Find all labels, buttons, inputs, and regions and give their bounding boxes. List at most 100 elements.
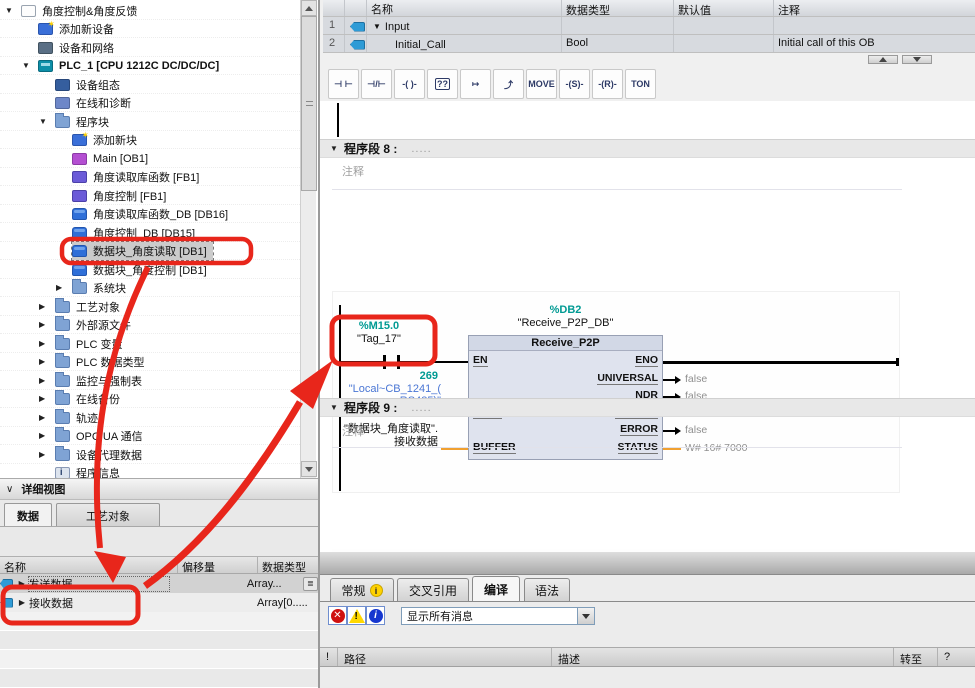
network-9-title-bar[interactable]: 程序段 9 : ..... [320,398,975,417]
expand-arrow-icon[interactable] [39,431,55,440]
tree-item-fb-control[interactable]: 角度控制 [FB1] [0,187,300,205]
expand-arrow-icon[interactable] [39,450,55,459]
tree-item-opc-ua[interactable]: OPC UA 通信 [0,427,300,445]
tree-item-program-info[interactable]: 程序信息 [0,464,300,478]
collapse-chevron-icon[interactable]: ∨ [6,484,13,495]
tree-item-plc1[interactable]: PLC_1 [CPU 1212C DC/DC/DC] [0,57,300,75]
insert-ton-timer-button[interactable]: TON [625,69,656,99]
folder-icon [55,338,70,350]
tab-technology-objects[interactable]: 工艺对象 [56,503,160,527]
tree-item-add-new-block[interactable]: 添加新块 [0,131,300,149]
network-9-comment[interactable]: 注释 [342,423,364,439]
insert-nc-contact-button[interactable]: ⊣/⊢ [361,69,392,99]
pin-eno: ENO [635,354,658,367]
tree-item-add-new-device[interactable]: 添加新设备 [0,20,300,38]
tree-item-plc-data-types[interactable]: PLC 数据类型 [0,353,300,371]
empty-rows [0,612,318,688]
insert-move-button[interactable]: MOVE [526,69,557,99]
insert-set-coil-button[interactable]: -(S)- [559,69,590,99]
close-branch-button[interactable]: ⤴ [493,69,524,99]
expand-arrow-icon[interactable] [39,376,55,385]
detail-table-header: 名称 偏移量 数据类型 [0,556,318,574]
tree-item-technology-objects[interactable]: 工艺对象 [0,298,300,316]
tree-item-traces[interactable]: 轨迹 [0,409,300,427]
contact-address[interactable]: %M15.0 [339,320,419,332]
collapse-arrow-icon[interactable] [5,6,21,15]
scrollbar-thumb[interactable] [301,16,317,191]
tree-item-db15[interactable]: 角度控制_DB [DB15] [0,224,300,242]
expand-arrow-icon[interactable] [39,302,55,311]
expand-arrow-icon[interactable] [15,598,29,607]
port-operand-line1[interactable]: "Local~CB_1241_( [333,383,441,395]
down-arrow-icon [305,467,313,472]
expand-arrow-icon[interactable] [56,283,72,292]
tree-item-db1-control[interactable]: 数据块_角度控制 [DB1] [0,261,300,279]
tree-item-main-ob1[interactable]: Main [OB1] [0,150,300,168]
detail-view-header[interactable]: ∨ 详细视图 [0,478,318,500]
insert-no-contact-button[interactable]: ⊣ ⊢ [328,69,359,99]
expand-arrow-icon[interactable] [15,579,28,588]
interface-row-input[interactable]: 1 Input [323,17,975,35]
show-errors-toggle[interactable]: ✕ [328,606,347,625]
expand-arrow-icon[interactable] [39,413,55,422]
tab-data[interactable]: 数据 [4,503,52,527]
tree-item-device-proxy[interactable]: 设备代理数据 [0,446,300,464]
insert-empty-box-button[interactable]: ?? [427,69,458,99]
tab-cross-references[interactable]: 交叉引用 [397,578,469,601]
show-warnings-toggle[interactable] [347,606,366,625]
wire [663,379,675,381]
insert-reset-coil-button[interactable]: -(R)- [592,69,623,99]
tree-item-program-blocks[interactable]: 程序块 [0,113,300,131]
favorites-toolbar: ⊣ ⊢ ⊣/⊢ -( )- ?? ↦ ⤴ MOVE -(S)- -(R)- TO… [328,69,656,99]
expand-arrow-icon[interactable] [39,339,55,348]
collapse-arrow-icon[interactable] [373,22,381,31]
tab-compile[interactable]: 编译 [472,576,520,601]
expand-arrow-icon[interactable] [39,320,55,329]
tree-item-online-diagnostics[interactable]: 在线和诊断 [0,94,300,112]
splitter-up-button[interactable] [868,55,898,64]
dropdown-button[interactable] [577,608,594,624]
network-8-title-bar[interactable]: 程序段 8 : ..... [320,139,975,158]
tree-item-system-blocks[interactable]: 系统块 [0,279,300,297]
tree-item-fb-read[interactable]: 角度读取库函数 [FB1] [0,168,300,186]
tree-item-online-backups[interactable]: 在线备份 [0,390,300,408]
tree-item-db16[interactable]: 角度读取库函数_DB [DB16] [0,205,300,223]
tree-item-external-sources[interactable]: 外部源文件 [0,316,300,334]
contact-tag[interactable]: "Tag_17" [339,333,419,345]
tree-item-plc-tags[interactable]: PLC 变量 [0,335,300,353]
scroll-up-button[interactable] [301,0,317,16]
tree-item-watch-tables[interactable]: 监控与强制表 [0,372,300,390]
tree-item-project-root[interactable]: 角度控制&角度反馈 [0,2,300,20]
open-branch-button[interactable]: ↦ [460,69,491,99]
message-filter-dropdown[interactable]: 显示所有消息 [401,607,595,625]
tree-item-db1-read[interactable]: 数据块_角度读取 [DB1] [0,242,300,260]
array-detail-button[interactable]: ≣ [303,577,318,591]
panel-splitter[interactable] [320,552,975,575]
network-8-comment[interactable]: 注释 [342,163,364,179]
detail-row-receive-data[interactable]: 接收数据 Array[0..... [0,593,318,612]
down-arrow-icon [913,57,921,62]
expand-arrow-icon[interactable] [39,357,55,366]
splitter-down-button[interactable] [902,55,932,64]
show-info-toggle[interactable]: i [366,606,385,625]
db-address[interactable]: %DB2 [468,304,663,316]
interface-row-initial-call[interactable]: 2 Initial_Call Bool Initial call of this… [323,35,975,53]
tab-general[interactable]: 常规 i [330,578,394,601]
detail-row-send-data[interactable]: 发送数据 Array... ≣ [0,574,318,593]
collapse-arrow-icon[interactable] [39,117,55,126]
insert-coil-button[interactable]: -( )- [394,69,425,99]
tree-scrollbar[interactable] [300,0,316,478]
tab-syntax[interactable]: 语法 [524,578,570,601]
folder-icon [55,116,70,128]
collapse-arrow-icon[interactable] [22,61,38,70]
collapse-arrow-icon[interactable] [330,403,344,412]
expand-arrow-icon[interactable] [39,394,55,403]
tree-item-devices-networks[interactable]: 设备和网络 [0,39,300,57]
contact-symbol[interactable] [383,355,386,369]
db-name[interactable]: "Receive_P2P_DB" [468,317,663,329]
collapse-arrow-icon[interactable] [330,144,344,153]
scroll-down-button[interactable] [301,461,317,477]
port-hw-id[interactable]: 269 [333,370,438,382]
tree-item-device-config[interactable]: 设备组态 [0,76,300,94]
tab-divider [0,526,318,527]
